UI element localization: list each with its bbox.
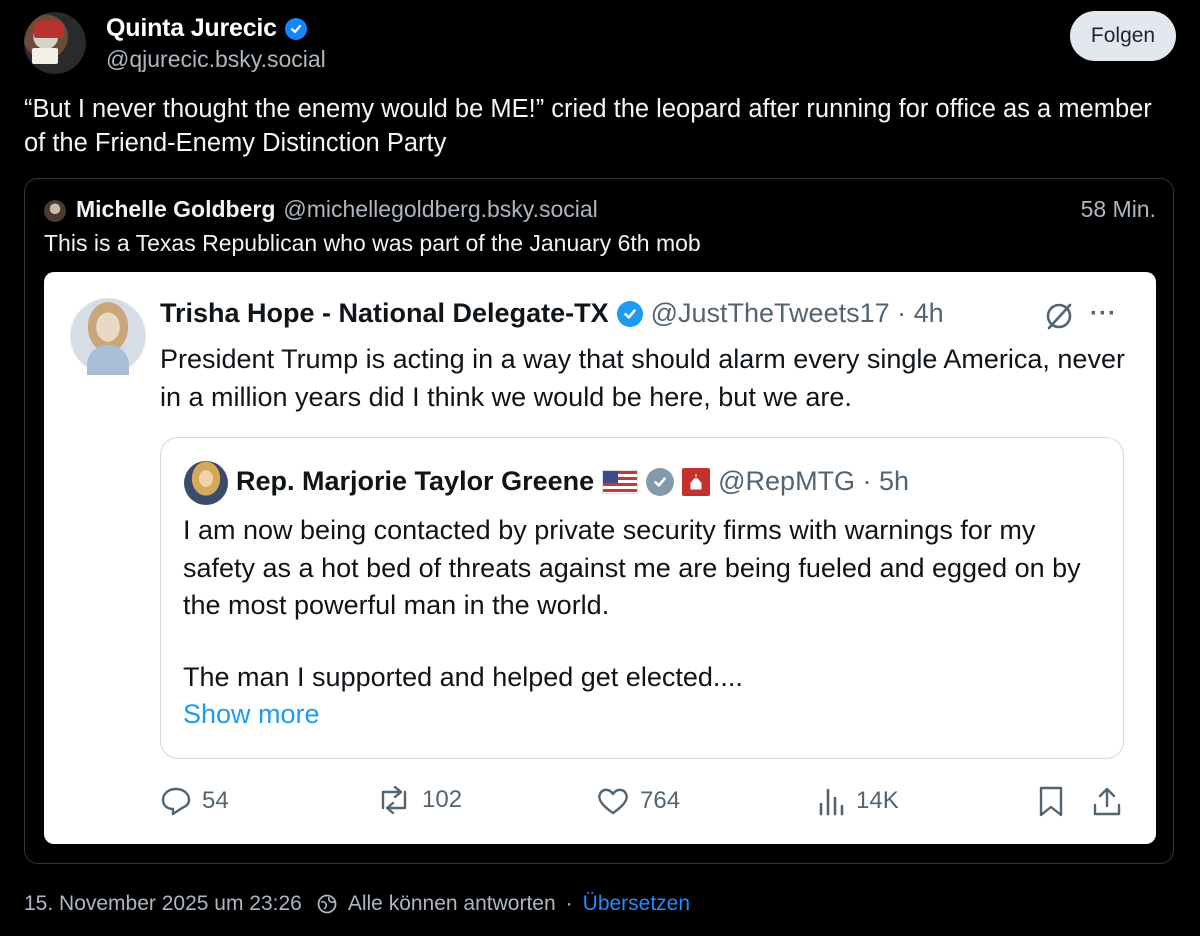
grok-icon: [1046, 303, 1072, 330]
translate-link[interactable]: Übersetzen: [583, 892, 690, 916]
views-icon: [819, 788, 844, 816]
author-name-row[interactable]: Quinta Jurecic: [106, 14, 307, 43]
footer-separator: ·: [565, 892, 573, 915]
quoted-text-continued: The man I supported and helped get elect…: [183, 662, 743, 692]
more-options-icon: ···: [1090, 300, 1117, 327]
views-action: 14K: [818, 786, 899, 816]
avatar-detail: [34, 20, 64, 38]
post-timestamp[interactable]: 15. November 2025 um 23:26: [24, 892, 302, 916]
quote-author-name[interactable]: Michelle Goldberg: [76, 196, 275, 223]
tweet-author-avatar: [70, 298, 146, 375]
us-flag-icon: [602, 469, 639, 494]
tweet-author-row: Trisha Hope - National Delegate-TX @Just…: [160, 298, 944, 329]
reply-icon: [161, 787, 191, 816]
avatar-detail: [32, 48, 58, 64]
verified-badge-icon: [616, 300, 643, 327]
repost-count: 102: [422, 786, 463, 813]
avatar-detail: [87, 345, 129, 375]
views-count: 14K: [856, 787, 899, 814]
post-text: “But I never thought the enemy would be …: [24, 95, 1152, 157]
show-more-link: Show more: [183, 699, 320, 729]
bookmark-icon: [1039, 786, 1063, 817]
tweet-author-name: Trisha Hope - National Delegate-TX: [160, 298, 609, 328]
follow-button[interactable]: Folgen: [1070, 11, 1176, 61]
capitol-icon: [682, 467, 711, 496]
quoted-handle-time: @RepMTG · 5h: [718, 466, 910, 496]
government-badge-icon: [646, 467, 675, 496]
like-count: 764: [640, 787, 681, 814]
like-action: 764: [596, 786, 680, 816]
reply-count: 54: [202, 787, 229, 814]
quoted-author-name: Rep. Marjorie Taylor Greene: [236, 466, 595, 496]
share-icon: [1093, 787, 1121, 816]
author-handle[interactable]: @qjurecic.bsky.social: [106, 46, 326, 73]
post-footer: 15. November 2025 um 23:26 Alle können a…: [24, 892, 690, 916]
quoted-author-row: Rep. Marjorie Taylor Greene @RepMTG · 5h: [236, 466, 909, 497]
author-name[interactable]: Quinta Jurecic: [106, 14, 277, 43]
verified-check-icon: [284, 17, 307, 40]
quote-author-avatar[interactable]: [44, 200, 66, 222]
repost-action: 102: [376, 786, 462, 814]
repost-icon: [381, 786, 407, 814]
quote-author-handle[interactable]: @michellegoldberg.bsky.social: [283, 196, 597, 223]
heart-icon: [598, 788, 628, 815]
quoted-author-avatar: [184, 461, 228, 505]
tweet-handle-time: @JustTheTweets17 · 4h: [650, 298, 944, 328]
reply-setting[interactable]: Alle können antworten: [348, 892, 556, 916]
reply-action: 54: [160, 786, 229, 816]
quote-text: This is a Texas Republican who was part …: [44, 230, 701, 256]
author-avatar[interactable]: [24, 12, 86, 74]
quote-author-row: Michelle Goldberg @michellegoldberg.bsky…: [76, 196, 598, 223]
quoted-text: I am now being contacted by private secu…: [183, 515, 1081, 620]
globe-icon: [317, 894, 337, 914]
quote-timestamp: 58 Min.: [1080, 196, 1156, 222]
tweet-text: President Trump is acting in a way that …: [160, 344, 1125, 412]
